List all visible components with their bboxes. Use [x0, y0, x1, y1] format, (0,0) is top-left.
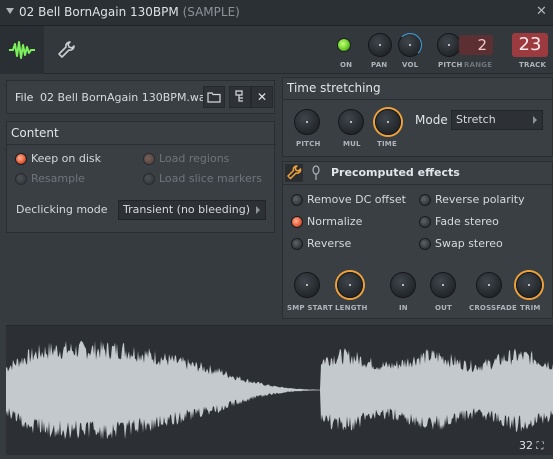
load-regions-radio[interactable]: [143, 153, 155, 165]
stretch-time-knob[interactable]: [375, 109, 401, 135]
open-file-button[interactable]: [203, 86, 225, 108]
remove-dc-radio[interactable]: [291, 194, 303, 206]
window-title: 02 Bell BornAgain 130BPM (SAMPLE): [19, 5, 240, 19]
wrench-icon: [58, 41, 75, 58]
fade-stereo-radio[interactable]: [419, 216, 431, 228]
zoom-value: 32: [519, 439, 533, 452]
time-stretching-title: Time stretching: [287, 81, 381, 95]
pitch-range-display[interactable]: 2: [459, 35, 493, 55]
reverse-polarity-label: Reverse polarity: [435, 193, 525, 206]
tree-icon: [235, 90, 243, 102]
swap-stereo-radio[interactable]: [419, 238, 431, 250]
keep-on-disk-label: Keep on disk: [31, 152, 102, 165]
waveform-icon: [9, 41, 35, 59]
reverse-label: Reverse: [307, 237, 352, 250]
declicking-mode-label: Declicking mode: [16, 203, 108, 216]
fade-stereo-label: Fade stereo: [435, 215, 499, 228]
stretch-pitch-label: PITCH: [296, 140, 321, 148]
trim-label: TRIM: [520, 304, 541, 312]
close-icon[interactable]: ✕: [536, 4, 547, 19]
smp-start-label: SMP START: [287, 304, 333, 312]
time-stretching-divider: [283, 99, 553, 100]
normalize-radio[interactable]: [291, 216, 303, 228]
smp-start-knob[interactable]: [294, 272, 320, 298]
locate-file-button[interactable]: [229, 86, 251, 108]
waveform-shape: [6, 340, 553, 440]
length-label: LENGTH: [335, 304, 368, 312]
window-subtitle: (SAMPLE): [182, 5, 240, 19]
mode-label: Mode: [415, 113, 448, 127]
time-stretching-panel: Time stretching PITCH MUL TIME Mode Stre…: [282, 77, 553, 157]
vol-label: VOL: [402, 61, 419, 69]
fade-out-knob[interactable]: [430, 272, 456, 298]
mixer-track-display[interactable]: 23: [512, 33, 548, 57]
load-regions-label: Load regions: [159, 152, 230, 165]
remove-dc-label: Remove DC offset: [307, 193, 406, 206]
window-title-text: 02 Bell BornAgain 130BPM: [19, 5, 179, 19]
content-divider: [7, 144, 276, 145]
crossfade-knob[interactable]: [476, 272, 502, 298]
declicking-mode-value: Transient (no bleeding): [123, 203, 251, 216]
content-title: Content: [11, 126, 59, 140]
zoom-icon: ⛶: [536, 441, 544, 452]
stretch-mode-value: Stretch: [456, 113, 496, 126]
effects-divider: [283, 184, 553, 185]
wrench-icon: [287, 165, 302, 180]
chevron-right-icon: [256, 206, 260, 214]
length-knob[interactable]: [337, 272, 363, 298]
pan-knob[interactable]: [368, 33, 392, 57]
content-panel: Content Keep on disk Resample Load regio…: [6, 121, 276, 233]
stretch-mul-knob[interactable]: [338, 109, 364, 135]
in-label: IN: [399, 304, 408, 312]
stretch-mode-select[interactable]: Stretch: [451, 110, 543, 130]
normalize-label: Normalize: [307, 215, 363, 228]
pin-icon[interactable]: [309, 165, 323, 181]
stretch-mul-label: MUL: [343, 140, 361, 148]
tab-settings[interactable]: [46, 26, 86, 74]
close-icon: ✕: [256, 90, 268, 104]
precomputed-effects-panel: Precomputed effects Remove DC offset Nor…: [282, 161, 553, 319]
load-slice-markers-label: Load slice markers: [159, 172, 263, 185]
stretch-time-label: TIME: [377, 140, 397, 148]
waveform-display[interactable]: [6, 325, 553, 455]
waveform-graph: [6, 340, 553, 440]
folder-icon: [207, 92, 221, 103]
pitch-label: PITCH: [438, 61, 463, 69]
reverse-polarity-radio[interactable]: [419, 194, 431, 206]
stretch-pitch-knob[interactable]: [294, 109, 320, 135]
declicking-mode-select[interactable]: Transient (no bleeding): [118, 200, 266, 220]
tab-sample[interactable]: [0, 26, 44, 74]
keep-on-disk-radio[interactable]: [15, 153, 27, 165]
file-name: 02 Bell BornAgain 130BPM.wav: [40, 91, 213, 104]
pitch-knob[interactable]: [437, 33, 461, 57]
file-label: File: [15, 91, 34, 104]
out-label: OUT: [435, 304, 453, 312]
on-label: ON: [340, 61, 353, 69]
title-bar: 02 Bell BornAgain 130BPM (SAMPLE) ✕: [0, 0, 553, 26]
channel-toolbar: ON PAN VOL PITCH 2 RANGE 23 TRACK: [0, 26, 553, 74]
zoom-indicator[interactable]: 32 ⛶: [519, 439, 544, 452]
volume-knob[interactable]: [398, 33, 422, 57]
effects-wrench-tab[interactable]: [285, 164, 303, 182]
crossfade-label: CROSSFADE: [469, 304, 518, 312]
swap-stereo-label: Swap stereo: [435, 237, 503, 250]
menu-arrow-icon[interactable]: [6, 8, 14, 14]
range-label: RANGE: [464, 61, 493, 69]
microphone-icon: [312, 165, 320, 180]
precomputed-effects-title: Precomputed effects: [331, 166, 460, 179]
file-section: File 02 Bell BornAgain 130BPM.wav ✕: [6, 80, 275, 114]
on-led-toggle[interactable]: [337, 38, 351, 52]
trim-knob[interactable]: [516, 272, 542, 298]
chevron-right-icon: [533, 116, 537, 124]
reverse-radio[interactable]: [291, 238, 303, 250]
resample-radio[interactable]: [15, 173, 27, 185]
load-slice-markers-radio[interactable]: [143, 173, 155, 185]
fade-in-knob[interactable]: [390, 272, 416, 298]
track-label: TRACK: [519, 61, 547, 69]
resample-label: Resample: [31, 172, 85, 185]
clear-file-button[interactable]: ✕: [251, 86, 273, 108]
pan-label: PAN: [371, 61, 388, 69]
